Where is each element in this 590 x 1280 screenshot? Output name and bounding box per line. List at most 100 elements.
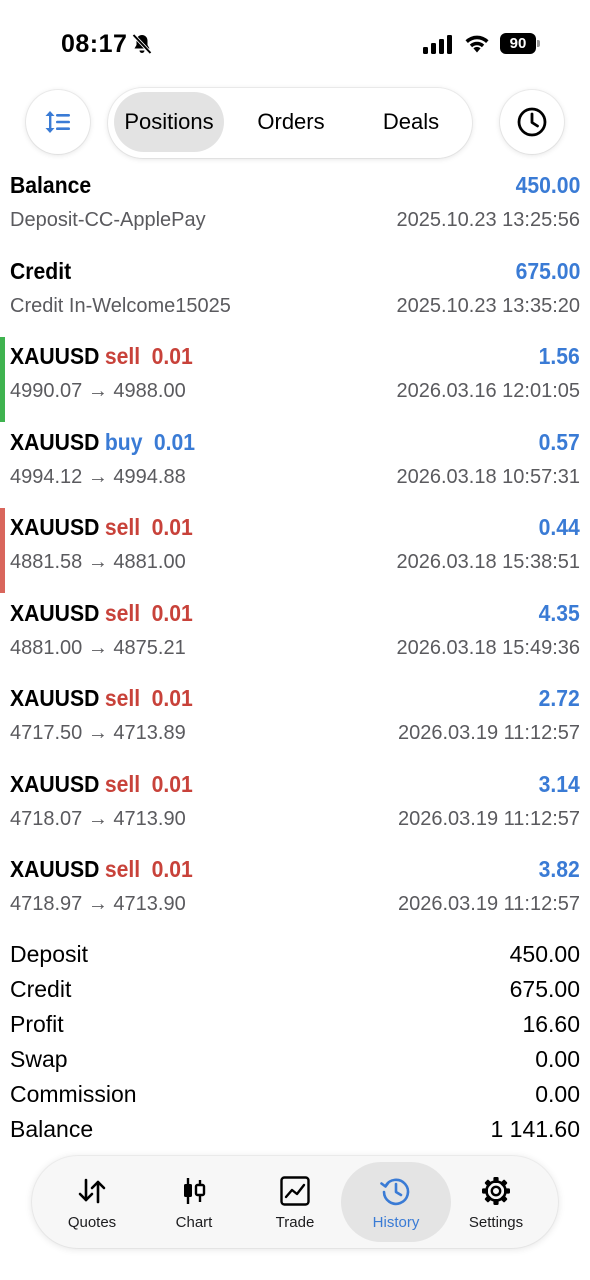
deal-side: buy <box>104 428 143 455</box>
summary-value: 675.00 <box>509 976 580 1002</box>
tab-orders[interactable]: Orders <box>236 92 346 152</box>
deal-prices: 4881.00 → 4875.21 <box>10 636 186 659</box>
deal-prices: 4990.07 → 4988.00 <box>10 380 186 402</box>
summary-balance: Balance 1 141.60 <box>0 1112 590 1147</box>
deal-side: sell <box>104 343 141 369</box>
deal-profit: 4.35 <box>538 599 580 626</box>
summary-label: Credit <box>10 976 72 1002</box>
deal-title: XAUUSD sell 0.01 <box>10 600 193 627</box>
deal-title: XAUUSD sell 0.01 <box>10 771 193 798</box>
deal-time: 2026.03.18 10:57:31 <box>396 465 580 488</box>
summary-swap: Swap 0.00 <box>0 1042 590 1077</box>
quotes-icon <box>78 1178 106 1203</box>
deals-list: Balance 450.00 Deposit-CC-ApplePay 2025.… <box>0 166 590 936</box>
summary-label: Commission <box>10 1081 137 1107</box>
deal-title: XAUUSD sell 0.01 <box>10 343 193 370</box>
deal-amount: 675.00 <box>515 257 580 284</box>
period-button[interactable] <box>500 90 564 154</box>
tab-deals[interactable]: Deals <box>356 92 466 152</box>
bell-muted-icon <box>132 33 152 55</box>
deal-side: sell <box>104 685 141 711</box>
list-item[interactable]: XAUUSD buy 0.01 0.57 4994.12 → 4994.88 20… <box>0 423 590 509</box>
loss-marker <box>0 508 5 593</box>
deal-time: 2026.03.19 11:12:57 <box>397 807 580 830</box>
deal-volume: 0.01 <box>151 856 193 882</box>
deal-title: XAUUSD buy 0.01 <box>10 429 195 456</box>
deal-profit: 2.72 <box>538 685 580 711</box>
deal-side: sell <box>104 770 141 797</box>
deal-title: XAUUSD sell 0.01 <box>10 685 193 712</box>
tab-settings[interactable]: Settings <box>446 1162 546 1242</box>
tab-label: Quotes <box>67 1213 117 1231</box>
profit-marker <box>0 337 5 422</box>
tab-chart[interactable]: Chart <box>144 1162 244 1242</box>
summary-credit: Credit 675.00 <box>0 972 590 1007</box>
bottom-tab-bar: Quotes Chart Trade History Settings <box>32 1156 558 1248</box>
list-item[interactable]: XAUUSD sell 0.01 0.44 4881.58 → 4881.00 2… <box>0 508 590 594</box>
history-segmented-control: Positions Orders Deals <box>108 88 472 158</box>
history-icon <box>380 1178 410 1205</box>
deal-symbol: XAUUSD <box>10 685 100 711</box>
chart-candles-icon <box>184 1177 206 1204</box>
sort-button[interactable] <box>26 90 90 154</box>
deal-profit: 1.56 <box>538 343 580 369</box>
deal-symbol: XAUUSD <box>10 514 100 540</box>
gear-icon <box>482 1176 510 1205</box>
summary-label: Swap <box>10 1046 68 1072</box>
battery-indicator: 90 <box>500 33 540 54</box>
summary-value: 0.00 <box>535 1081 580 1107</box>
list-item[interactable]: XAUUSD sell 0.01 2.72 4717.50 → 4713.89 2… <box>0 679 590 765</box>
tab-label: History <box>372 1213 420 1231</box>
deal-time: 2026.03.19 11:12:57 <box>397 722 580 744</box>
list-item[interactable]: Credit 675.00 Credit In-Welcome15025 202… <box>0 252 590 338</box>
list-item[interactable]: XAUUSD sell 0.01 1.56 4990.07 → 4988.00 2… <box>0 337 590 423</box>
deal-prices: 4718.97 → 4713.90 <box>10 893 186 915</box>
deal-symbol: XAUUSD <box>10 599 100 626</box>
deal-time: 2025.10.23 13:35:20 <box>396 294 580 317</box>
deal-comment: Deposit-CC-ApplePay <box>10 209 206 231</box>
deal-profit: 0.44 <box>538 514 580 540</box>
battery-cap <box>537 40 540 47</box>
summary-value: 1 141.60 <box>490 1116 580 1142</box>
deal-side: sell <box>104 599 141 626</box>
deal-time: 2026.03.18 15:49:36 <box>396 636 580 659</box>
deal-time: 2026.03.18 15:38:51 <box>396 551 580 573</box>
list-item[interactable]: XAUUSD sell 0.01 3.14 4718.07 → 4713.90 2… <box>0 765 590 851</box>
tab-quotes[interactable]: Quotes <box>42 1162 142 1242</box>
deal-volume: 0.01 <box>151 685 193 711</box>
tab-label: Trade <box>275 1213 315 1231</box>
deal-profit: 0.57 <box>538 428 580 455</box>
deal-symbol: XAUUSD <box>10 856 100 882</box>
deal-volume: 0.01 <box>153 428 196 455</box>
tab-history[interactable]: History <box>341 1162 451 1242</box>
clock-icon <box>517 107 547 137</box>
deal-side: sell <box>104 514 141 540</box>
deal-volume: 0.01 <box>151 514 193 540</box>
summary-value: 0.00 <box>535 1046 580 1072</box>
list-item[interactable]: XAUUSD sell 0.01 3.82 4718.97 → 4713.90 2… <box>0 850 590 936</box>
status-time: 08:17 <box>61 30 128 58</box>
deal-title: Credit <box>10 257 72 284</box>
cellular-signal-icon <box>423 35 452 54</box>
deal-time: 2025.10.23 13:25:56 <box>396 209 580 231</box>
tab-trade[interactable]: Trade <box>245 1162 345 1242</box>
tab-label: Chart <box>175 1213 213 1231</box>
summary-label: Balance <box>10 1116 94 1142</box>
deal-time: 2026.03.16 12:01:05 <box>396 380 580 402</box>
status-bar: 08:17 90 <box>0 0 590 88</box>
deal-profit: 3.14 <box>538 770 580 797</box>
deal-volume: 0.01 <box>151 599 193 626</box>
deal-symbol: XAUUSD <box>10 428 100 455</box>
list-item[interactable]: Balance 450.00 Deposit-CC-ApplePay 2025.… <box>0 166 590 252</box>
tab-positions[interactable]: Positions <box>114 92 224 152</box>
list-item[interactable]: XAUUSD sell 0.01 4.35 4881.00 → 4875.21 2… <box>0 594 590 680</box>
history-summary: Deposit 450.00 Credit 675.00 Profit 16.6… <box>0 937 590 1147</box>
deal-prices: 4717.50 → 4713.89 <box>10 722 186 744</box>
deal-title: XAUUSD sell 0.01 <box>10 856 193 883</box>
wifi-icon <box>465 35 489 53</box>
deal-prices: 4994.12 → 4994.88 <box>10 465 186 488</box>
summary-deposit: Deposit 450.00 <box>0 937 590 972</box>
summary-profit: Profit 16.60 <box>0 1007 590 1042</box>
deal-prices: 4881.58 → 4881.00 <box>10 551 186 573</box>
summary-value: 450.00 <box>509 941 580 967</box>
